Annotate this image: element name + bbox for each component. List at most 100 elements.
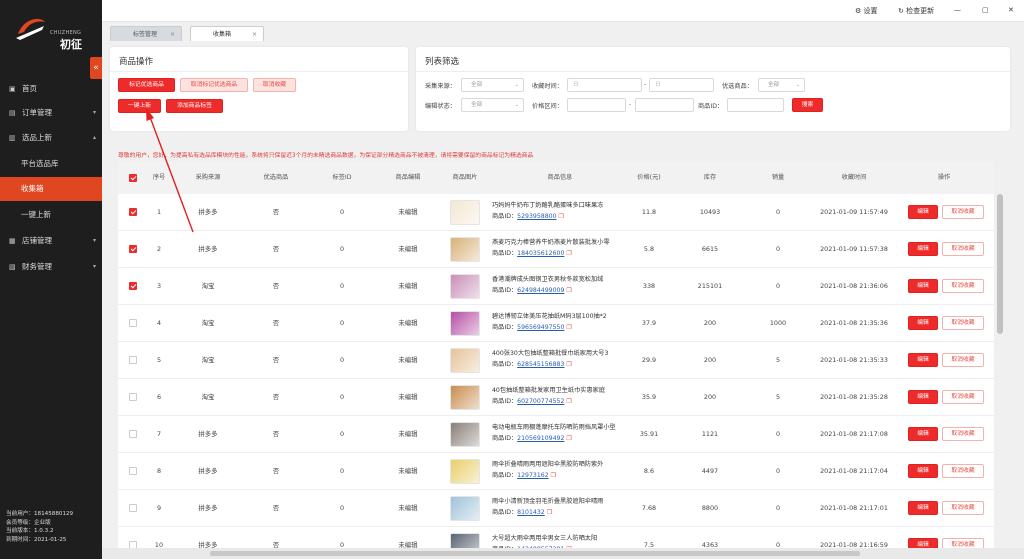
edit-button[interactable]: 编辑: [908, 205, 938, 219]
product-title[interactable]: 燕麦巧克力棒营养牛奶燕麦片散装批发小零: [492, 237, 642, 248]
unfavorite-row-button[interactable]: 取消收藏: [942, 501, 984, 515]
vertical-scrollbar[interactable]: [996, 184, 1004, 559]
unfavorite-row-button[interactable]: 取消收藏: [942, 279, 984, 293]
sidebar-collapse-button[interactable]: «: [90, 57, 102, 79]
sidebar-item-orders[interactable]: ▤ 订单管理 ▾: [0, 101, 102, 125]
edit-button[interactable]: 编辑: [908, 279, 938, 293]
product-id-link[interactable]: 12973162: [517, 472, 549, 479]
product-title[interactable]: 巧妈妈牛奶布丁奶酪乳酪蛋味多口味果冻: [492, 200, 642, 211]
tab-tag-management[interactable]: 标签管理 ×: [110, 26, 182, 41]
product-thumbnail[interactable]: [450, 200, 480, 225]
copy-icon[interactable]: ❐: [566, 324, 571, 331]
product-thumbnail[interactable]: [450, 274, 480, 299]
sidebar-item-store[interactable]: ▦ 店铺管理 ▾: [0, 229, 102, 253]
edit-button[interactable]: 编辑: [908, 390, 938, 404]
copy-icon[interactable]: ❐: [566, 361, 571, 368]
edit-button[interactable]: 编辑: [908, 353, 938, 367]
product-title[interactable]: 400张30大包抽纸整箱批餐巾纸家用大号3: [492, 348, 642, 359]
row-checkbox[interactable]: [129, 430, 137, 438]
close-window-button[interactable]: ✕: [1008, 6, 1014, 14]
unfavorite-row-button[interactable]: 取消收藏: [942, 390, 984, 404]
copy-icon[interactable]: ❐: [566, 398, 571, 405]
edit-button[interactable]: 编辑: [908, 501, 938, 515]
check-update-button[interactable]: ↻ 检查更新: [898, 6, 934, 16]
copy-icon[interactable]: ❐: [566, 287, 571, 294]
product-id-link[interactable]: 596569497550: [517, 324, 564, 331]
unfavorite-row-button[interactable]: 取消收藏: [942, 353, 984, 367]
sidebar-item-platform-library[interactable]: 平台选品库: [0, 152, 102, 176]
row-checkbox[interactable]: [129, 282, 137, 290]
copy-icon[interactable]: ❐: [551, 472, 556, 479]
product-thumbnail[interactable]: [450, 348, 480, 373]
unfavorite-row-button[interactable]: 取消收藏: [942, 464, 984, 478]
scrollbar-thumb[interactable]: [997, 194, 1003, 334]
product-thumbnail[interactable]: [450, 459, 480, 484]
edit-button[interactable]: 编辑: [908, 464, 938, 478]
row-checkbox[interactable]: [129, 319, 137, 327]
unfavorite-row-button[interactable]: 取消收藏: [942, 242, 984, 256]
product-thumbnail[interactable]: [450, 422, 480, 447]
product-id-link[interactable]: 210569109492: [517, 435, 564, 442]
product-title[interactable]: 雨伞小清新顶金羽毛折叠黑胶遮阳伞晴雨: [492, 496, 642, 507]
product-id-input[interactable]: [727, 98, 784, 112]
sidebar-item-finance[interactable]: ▧ 财务管理 ▾: [0, 255, 102, 279]
product-id-link[interactable]: 184035612600: [517, 250, 564, 257]
row-checkbox[interactable]: [129, 467, 137, 475]
copy-icon[interactable]: ❐: [566, 435, 571, 442]
add-product-tag-button[interactable]: 添加商品标签: [166, 99, 223, 113]
unfavorite-row-button[interactable]: 取消收藏: [942, 316, 984, 330]
source-select[interactable]: 全部 ⌄: [461, 78, 524, 92]
edit-button[interactable]: 编辑: [908, 242, 938, 256]
product-id-link[interactable]: 5293958800: [517, 213, 556, 220]
product-id-link[interactable]: 624984499009: [517, 287, 564, 294]
one-click-listing-button[interactable]: 一键上新: [118, 99, 161, 113]
unmark-preferred-button[interactable]: 取消标记优选商品: [180, 78, 248, 92]
product-id-link[interactable]: 602700774552: [517, 398, 564, 405]
product-title[interactable]: 香港潮牌成头图钢卫衣男秋冬款宽松加绒: [492, 274, 642, 285]
product-thumbnail[interactable]: [450, 237, 480, 262]
product-thumbnail[interactable]: [450, 385, 480, 410]
product-id-link[interactable]: 628545156883: [517, 361, 564, 368]
product-title[interactable]: 碧达博韧立体美压花抽纸M码3层100抽*2: [492, 311, 642, 322]
sidebar-item-home[interactable]: ▣ 首页: [0, 77, 102, 101]
price-min-input[interactable]: [567, 98, 626, 112]
end-date-input[interactable]: 日: [649, 78, 714, 92]
row-checkbox[interactable]: [129, 245, 137, 253]
sidebar-item-product-sourcing[interactable]: ▥ 选品上新 ▴: [0, 126, 102, 150]
product-title[interactable]: 大号超大雨伞两用伞男女三人防晒太阳: [492, 533, 642, 544]
row-checkbox[interactable]: [129, 393, 137, 401]
mark-preferred-button[interactable]: 标记优选商品: [118, 78, 175, 92]
sidebar-item-collection-box[interactable]: 收集箱: [0, 177, 102, 201]
tab-collection-box[interactable]: 收集箱 ×: [190, 26, 264, 41]
product-id-link[interactable]: 8101432: [517, 509, 545, 516]
settings-button[interactable]: ⚙ 设置: [855, 6, 878, 16]
product-title[interactable]: 40包抽纸整箱批发家用卫生纸巾实惠家庭: [492, 385, 642, 396]
row-checkbox[interactable]: [129, 356, 137, 364]
horizontal-scrollbar[interactable]: [102, 548, 1024, 559]
close-icon[interactable]: ×: [170, 27, 175, 42]
start-date-input[interactable]: 日: [567, 78, 642, 92]
row-checkbox[interactable]: [129, 208, 137, 216]
minimize-button[interactable]: —: [954, 6, 961, 14]
select-all-checkbox[interactable]: [129, 174, 137, 182]
unfavorite-row-button[interactable]: 取消收藏: [942, 427, 984, 441]
edit-button[interactable]: 编辑: [908, 316, 938, 330]
unfavorite-row-button[interactable]: 取消收藏: [942, 205, 984, 219]
search-button[interactable]: 搜索: [792, 98, 823, 112]
row-checkbox[interactable]: [129, 504, 137, 512]
product-thumbnail[interactable]: [450, 311, 480, 336]
unfavorite-button[interactable]: 取消收藏: [253, 78, 296, 92]
price-max-input[interactable]: [635, 98, 694, 112]
product-thumbnail[interactable]: [450, 496, 480, 521]
sidebar-item-one-click-listing[interactable]: 一键上新: [0, 203, 102, 227]
copy-icon[interactable]: ❐: [566, 250, 571, 257]
maximize-button[interactable]: ▢: [982, 6, 989, 14]
copy-icon[interactable]: ❐: [547, 509, 552, 516]
edit-button[interactable]: 编辑: [908, 427, 938, 441]
edit-status-select[interactable]: 全部 ⌄: [461, 98, 524, 112]
close-icon[interactable]: ×: [252, 27, 257, 42]
product-title[interactable]: 雨伞折叠晴雨两用遮阳伞黑胶防晒防紫外: [492, 459, 642, 470]
copy-icon[interactable]: ❐: [559, 213, 564, 220]
preferred-select[interactable]: 全部 ⌄: [758, 78, 805, 92]
product-title[interactable]: 电动电瓶车雨棚蓬摩托车防晒防雨挡风罩小型: [492, 422, 642, 433]
